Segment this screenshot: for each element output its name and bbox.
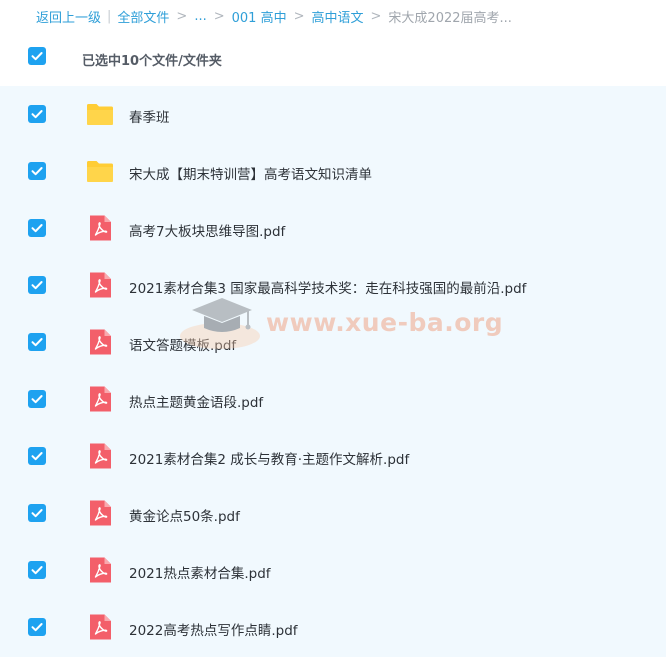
breadcrumb-divider: | — [107, 8, 112, 24]
row-checkbox[interactable] — [28, 105, 46, 123]
folder-row[interactable]: 宋大成【期末特训营】高考语文知识清单 — [0, 143, 666, 200]
file-name[interactable]: 春季班 — [129, 106, 170, 126]
file-row[interactable]: 2021热点素材合集.pdf — [0, 542, 666, 599]
pdf-icon — [86, 328, 114, 356]
select-all-checkbox[interactable] — [28, 47, 46, 65]
file-name[interactable]: 2021素材合集2 成长与教育·主题作文解析.pdf — [129, 448, 409, 468]
check-icon — [31, 338, 43, 347]
pdf-icon — [86, 385, 114, 413]
file-name[interactable]: 2022高考热点写作点睛.pdf — [129, 619, 298, 639]
breadcrumb-current: 宋大成2022届高考... — [388, 10, 512, 26]
check-icon — [31, 395, 43, 404]
row-checkbox[interactable] — [28, 390, 46, 408]
check-icon — [31, 281, 43, 290]
folder-row[interactable]: 春季班 — [0, 86, 666, 143]
pdf-icon — [86, 442, 114, 470]
pdf-icon — [86, 271, 114, 299]
breadcrumb-item-high-school[interactable]: 001 高中 — [232, 7, 287, 26]
row-checkbox[interactable] — [28, 162, 46, 180]
selection-header: 已选中10个文件/文件夹 — [0, 38, 666, 82]
folder-icon — [86, 157, 114, 185]
back-link[interactable]: 返回上一级 — [36, 7, 101, 26]
row-checkbox[interactable] — [28, 447, 46, 465]
pdf-icon — [86, 613, 114, 641]
check-icon — [31, 224, 43, 233]
file-row[interactable]: 语文答题模板.pdf — [0, 314, 666, 371]
check-icon — [31, 452, 43, 461]
file-row[interactable]: 高考7大板块思维导图.pdf — [0, 200, 666, 257]
row-checkbox[interactable] — [28, 276, 46, 294]
file-row[interactable]: 2022高考热点写作点睛.pdf — [0, 599, 666, 656]
pdf-icon — [86, 556, 114, 584]
file-row[interactable]: 2021素材合集2 成长与教育·主题作文解析.pdf — [0, 428, 666, 485]
file-name[interactable]: 黄金论点50条.pdf — [129, 505, 240, 525]
file-row[interactable]: 黄金论点50条.pdf — [0, 485, 666, 542]
file-name[interactable]: 热点主题黄金语段.pdf — [129, 391, 263, 411]
row-checkbox[interactable] — [28, 504, 46, 522]
folder-icon — [86, 100, 114, 128]
row-checkbox[interactable] — [28, 561, 46, 579]
row-checkbox[interactable] — [28, 618, 46, 636]
selected-count-text: 已选中10个文件/文件夹 — [82, 54, 222, 69]
chevron-right-icon: > — [213, 8, 225, 24]
row-checkbox[interactable] — [28, 219, 46, 237]
pdf-icon — [86, 214, 114, 242]
check-icon — [31, 167, 43, 176]
check-icon — [31, 110, 43, 119]
breadcrumb-item-chinese[interactable]: 高中语文 — [312, 7, 364, 26]
check-icon — [31, 623, 43, 632]
breadcrumb-ellipsis[interactable]: ... — [194, 9, 206, 24]
check-icon — [31, 52, 43, 61]
file-name[interactable]: 高考7大板块思维导图.pdf — [129, 220, 285, 240]
file-row[interactable]: 2021素材合集3 国家最高科学技术奖：走在科技强国的最前沿.pdf — [0, 257, 666, 314]
pdf-icon — [86, 499, 114, 527]
check-icon — [31, 509, 43, 518]
breadcrumb: 返回上一级 | 全部文件 > ... > 001 高中 > 高中语文 > 宋大成… — [36, 7, 512, 26]
file-name[interactable]: 宋大成【期末特训营】高考语文知识清单 — [129, 163, 372, 183]
chevron-right-icon: > — [293, 8, 305, 24]
file-row[interactable]: 热点主题黄金语段.pdf — [0, 371, 666, 428]
all-files-link[interactable]: 全部文件 — [117, 7, 169, 26]
check-icon — [31, 566, 43, 575]
file-list: 春季班宋大成【期末特训营】高考语文知识清单 高考7大板块思维导图.pdf 2021素… — [0, 86, 666, 657]
file-name[interactable]: 2021素材合集3 国家最高科学技术奖：走在科技强国的最前沿.pdf — [129, 277, 526, 297]
chevron-right-icon: > — [370, 8, 382, 24]
row-checkbox[interactable] — [28, 333, 46, 351]
file-name[interactable]: 2021热点素材合集.pdf — [129, 562, 271, 582]
chevron-right-icon: > — [176, 8, 188, 24]
file-name[interactable]: 语文答题模板.pdf — [129, 334, 236, 354]
